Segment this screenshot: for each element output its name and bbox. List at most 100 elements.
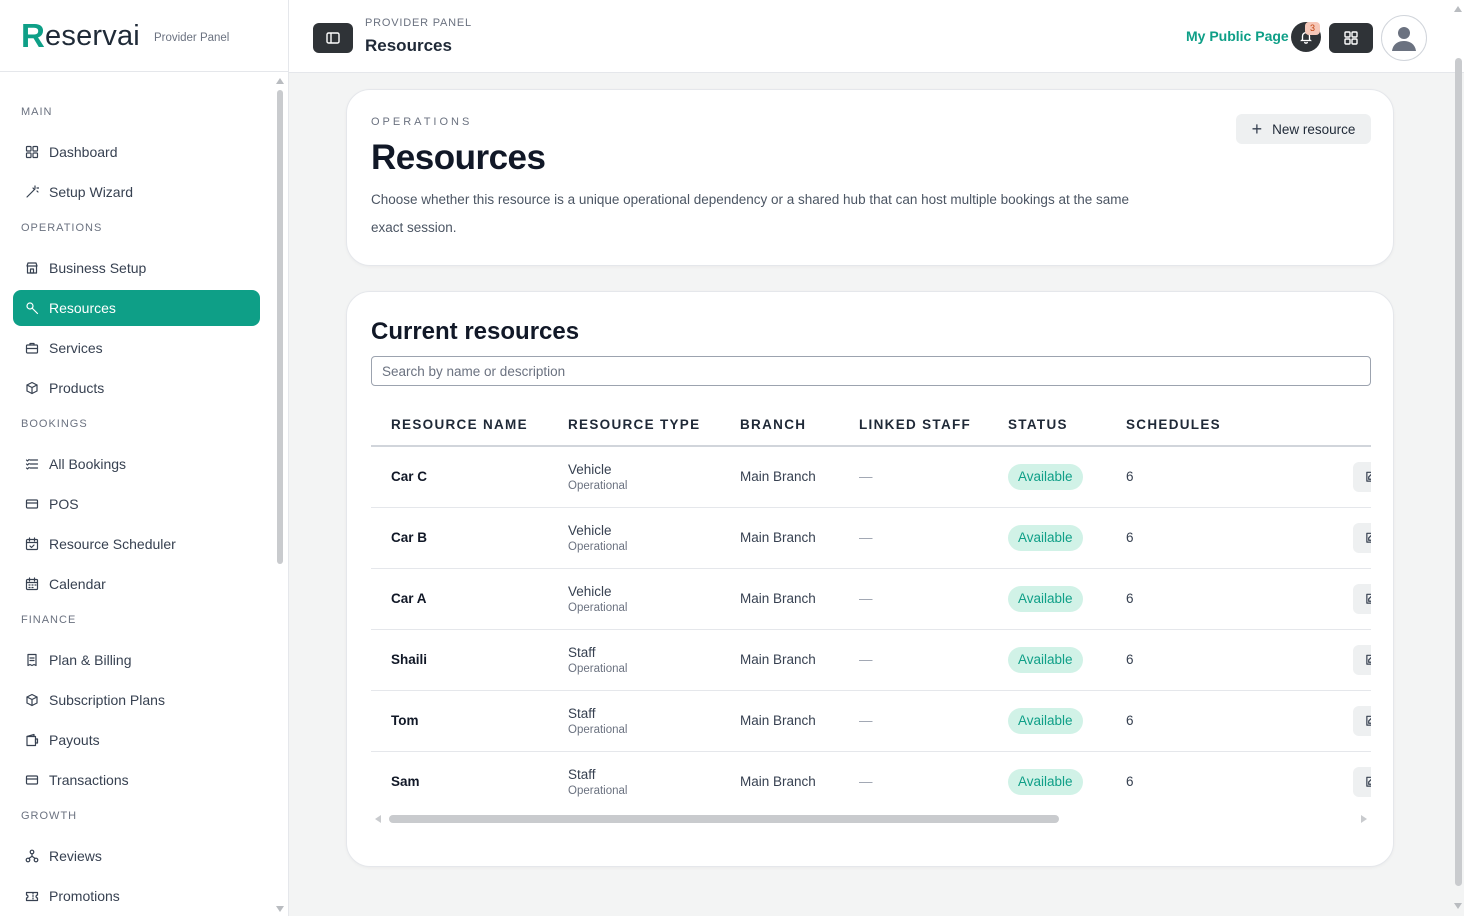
resource-type: Staff [568, 705, 596, 721]
table-horizontal-scrollbar[interactable] [375, 812, 1367, 826]
schedules-count: 6 [1106, 690, 1241, 752]
nav-section-title: BOOKINGS [21, 418, 88, 430]
sidebar-item-reviews[interactable]: Reviews [13, 838, 260, 874]
sidebar-item-subscription-plans[interactable]: Subscription Plans [13, 682, 260, 718]
scroll-up-arrow[interactable] [1454, 6, 1462, 12]
apps-menu-button[interactable] [1329, 23, 1373, 53]
sidebar-item-label: Calendar [49, 576, 106, 592]
sidebar-item-label: Setup Wizard [49, 184, 134, 200]
scroll-thumb[interactable] [1455, 58, 1462, 886]
logo[interactable]: Reservai [21, 19, 140, 52]
sidebar-item-transactions[interactable]: Transactions [13, 762, 260, 798]
nav-section-title: MAIN [21, 106, 53, 118]
search-input[interactable] [371, 356, 1371, 386]
resources-table: RESOURCE NAME RESOURCE TYPE BRANCH LINKED S… [371, 404, 1371, 804]
main-scrollbar[interactable] [1452, 0, 1464, 916]
nav-icon-wrap [25, 889, 39, 903]
scroll-down-arrow[interactable] [1454, 903, 1462, 909]
sidebar-item-services[interactable]: Services [13, 330, 260, 366]
sidebar-item-label: POS [49, 496, 79, 512]
sidebar-item-label: Reviews [49, 848, 102, 864]
scroll-thumb[interactable] [277, 90, 283, 564]
sidebar-item-promotions[interactable]: Promotions [13, 878, 260, 914]
sidebar-scrollbar[interactable] [276, 78, 284, 912]
edit-resource-button[interactable]: Edit resource [1353, 522, 1371, 553]
sidebar-item-label: Promotions [49, 888, 120, 904]
status-cell: Available [988, 629, 1106, 691]
linked-staff: — [839, 568, 988, 630]
breadcrumb: PROVIDER PANEL [365, 17, 472, 29]
sidebar-toggle-button[interactable] [313, 23, 353, 53]
resource-subtype: Operational [568, 784, 628, 797]
sidebar-item-dashboard[interactable]: Dashboard [13, 134, 260, 170]
column-header: RESOURCE TYPE [548, 404, 720, 447]
actions-cell: Edit resource [1241, 507, 1371, 569]
edit-resource-button[interactable]: Edit resource [1353, 644, 1371, 675]
resource-type: Staff [568, 766, 596, 782]
schedules-count: 6 [1106, 751, 1241, 804]
box-icon [26, 381, 38, 395]
resources-title: Resources [371, 138, 546, 177]
new-resource-button[interactable]: + New resource [1236, 114, 1371, 144]
branch: Main Branch [720, 446, 839, 508]
current-resources-card: Current resources RESOURCE NAMERESOURCE … [346, 291, 1394, 867]
edit-resource-button[interactable]: Edit resource [1353, 705, 1371, 736]
column-header [1241, 404, 1371, 447]
my-public-page-link[interactable]: My Public Page [1186, 28, 1289, 44]
edit-icon [1366, 471, 1371, 482]
linked-staff: — [839, 751, 988, 804]
status-cell: Available [988, 751, 1106, 804]
scroll-up-arrow[interactable] [276, 78, 284, 84]
resource-type-cell: Staff Operational [548, 690, 720, 752]
nav-icon-wrap [25, 693, 39, 707]
nav-icon-wrap [25, 301, 39, 315]
scroll-right-arrow[interactable] [1361, 815, 1367, 823]
sidebar-item-payouts[interactable]: Payouts [13, 722, 260, 758]
sidebar-item-resource-scheduler[interactable]: Resource Scheduler [13, 526, 260, 562]
sidebar-item-resources[interactable]: Resources [13, 290, 260, 326]
edit-resource-button[interactable]: Edit resource [1353, 766, 1371, 797]
resources-table-wrapper: RESOURCE NAME RESOURCE TYPE BRANCH LINKED S… [371, 404, 1371, 804]
sidebar-item-label: Payouts [49, 732, 100, 748]
table-row: Car B Vehicle Operational Main Branch — Avail… [371, 507, 1371, 569]
ticket-icon [25, 891, 39, 902]
sidebar-item-label: Products [49, 380, 105, 396]
resource-type-cell: Staff Operational [548, 751, 720, 804]
table-header-row: RESOURCE NAME RESOURCE TYPE BRANCH LINKED S… [371, 404, 1371, 447]
edit-icon [1366, 593, 1371, 604]
sidebar-item-products[interactable]: Products [13, 370, 260, 406]
resource-type: Vehicle [568, 461, 612, 477]
schedules-count: 6 [1106, 507, 1241, 569]
nav-section-title: GROWTH [21, 810, 78, 822]
sidebar-item-label: Transactions [49, 772, 129, 788]
schedules-count: 6 [1106, 446, 1241, 508]
status-badge: Available [1008, 585, 1083, 612]
calendar-check-icon [25, 537, 39, 551]
scroll-thumb[interactable] [389, 815, 1059, 823]
notification-count-badge: 3 [1305, 22, 1320, 35]
sidebar-item-setup-wizard[interactable]: Setup Wizard [13, 174, 260, 210]
linked-staff: — [839, 690, 988, 752]
sidebar-item-plan-billing[interactable]: Plan & Billing [13, 642, 260, 678]
sidebar-item-pos[interactable]: POS [13, 486, 260, 522]
nav-icon-wrap [25, 849, 39, 863]
sidebar-item-business-setup[interactable]: Business Setup [13, 250, 260, 286]
status-cell: Available [988, 568, 1106, 630]
scroll-left-arrow[interactable] [375, 815, 381, 823]
nav-icon-wrap [25, 537, 39, 551]
edit-resource-button[interactable]: Edit resource [1353, 583, 1371, 614]
box-icon [26, 693, 38, 707]
scroll-down-arrow[interactable] [276, 906, 284, 912]
nav-section-title: OPERATIONS [21, 222, 103, 234]
edit-icon [1366, 776, 1371, 787]
resource-name: Shaili [371, 629, 548, 691]
user-avatar[interactable] [1381, 15, 1427, 61]
sidebar-item-all-bookings[interactable]: All Bookings [13, 446, 260, 482]
edit-resource-button[interactable]: Edit resource [1353, 461, 1371, 492]
resource-type-cell: Staff Operational [548, 629, 720, 691]
resources-description: Choose whether this resource is a unique… [371, 192, 1129, 235]
sidebar-item-calendar[interactable]: Calendar [13, 566, 260, 602]
table-body: Car C Vehicle Operational Main Branch — Avail… [371, 446, 1371, 804]
column-header: SCHEDULES [1106, 404, 1241, 447]
branch: Main Branch [720, 690, 839, 752]
